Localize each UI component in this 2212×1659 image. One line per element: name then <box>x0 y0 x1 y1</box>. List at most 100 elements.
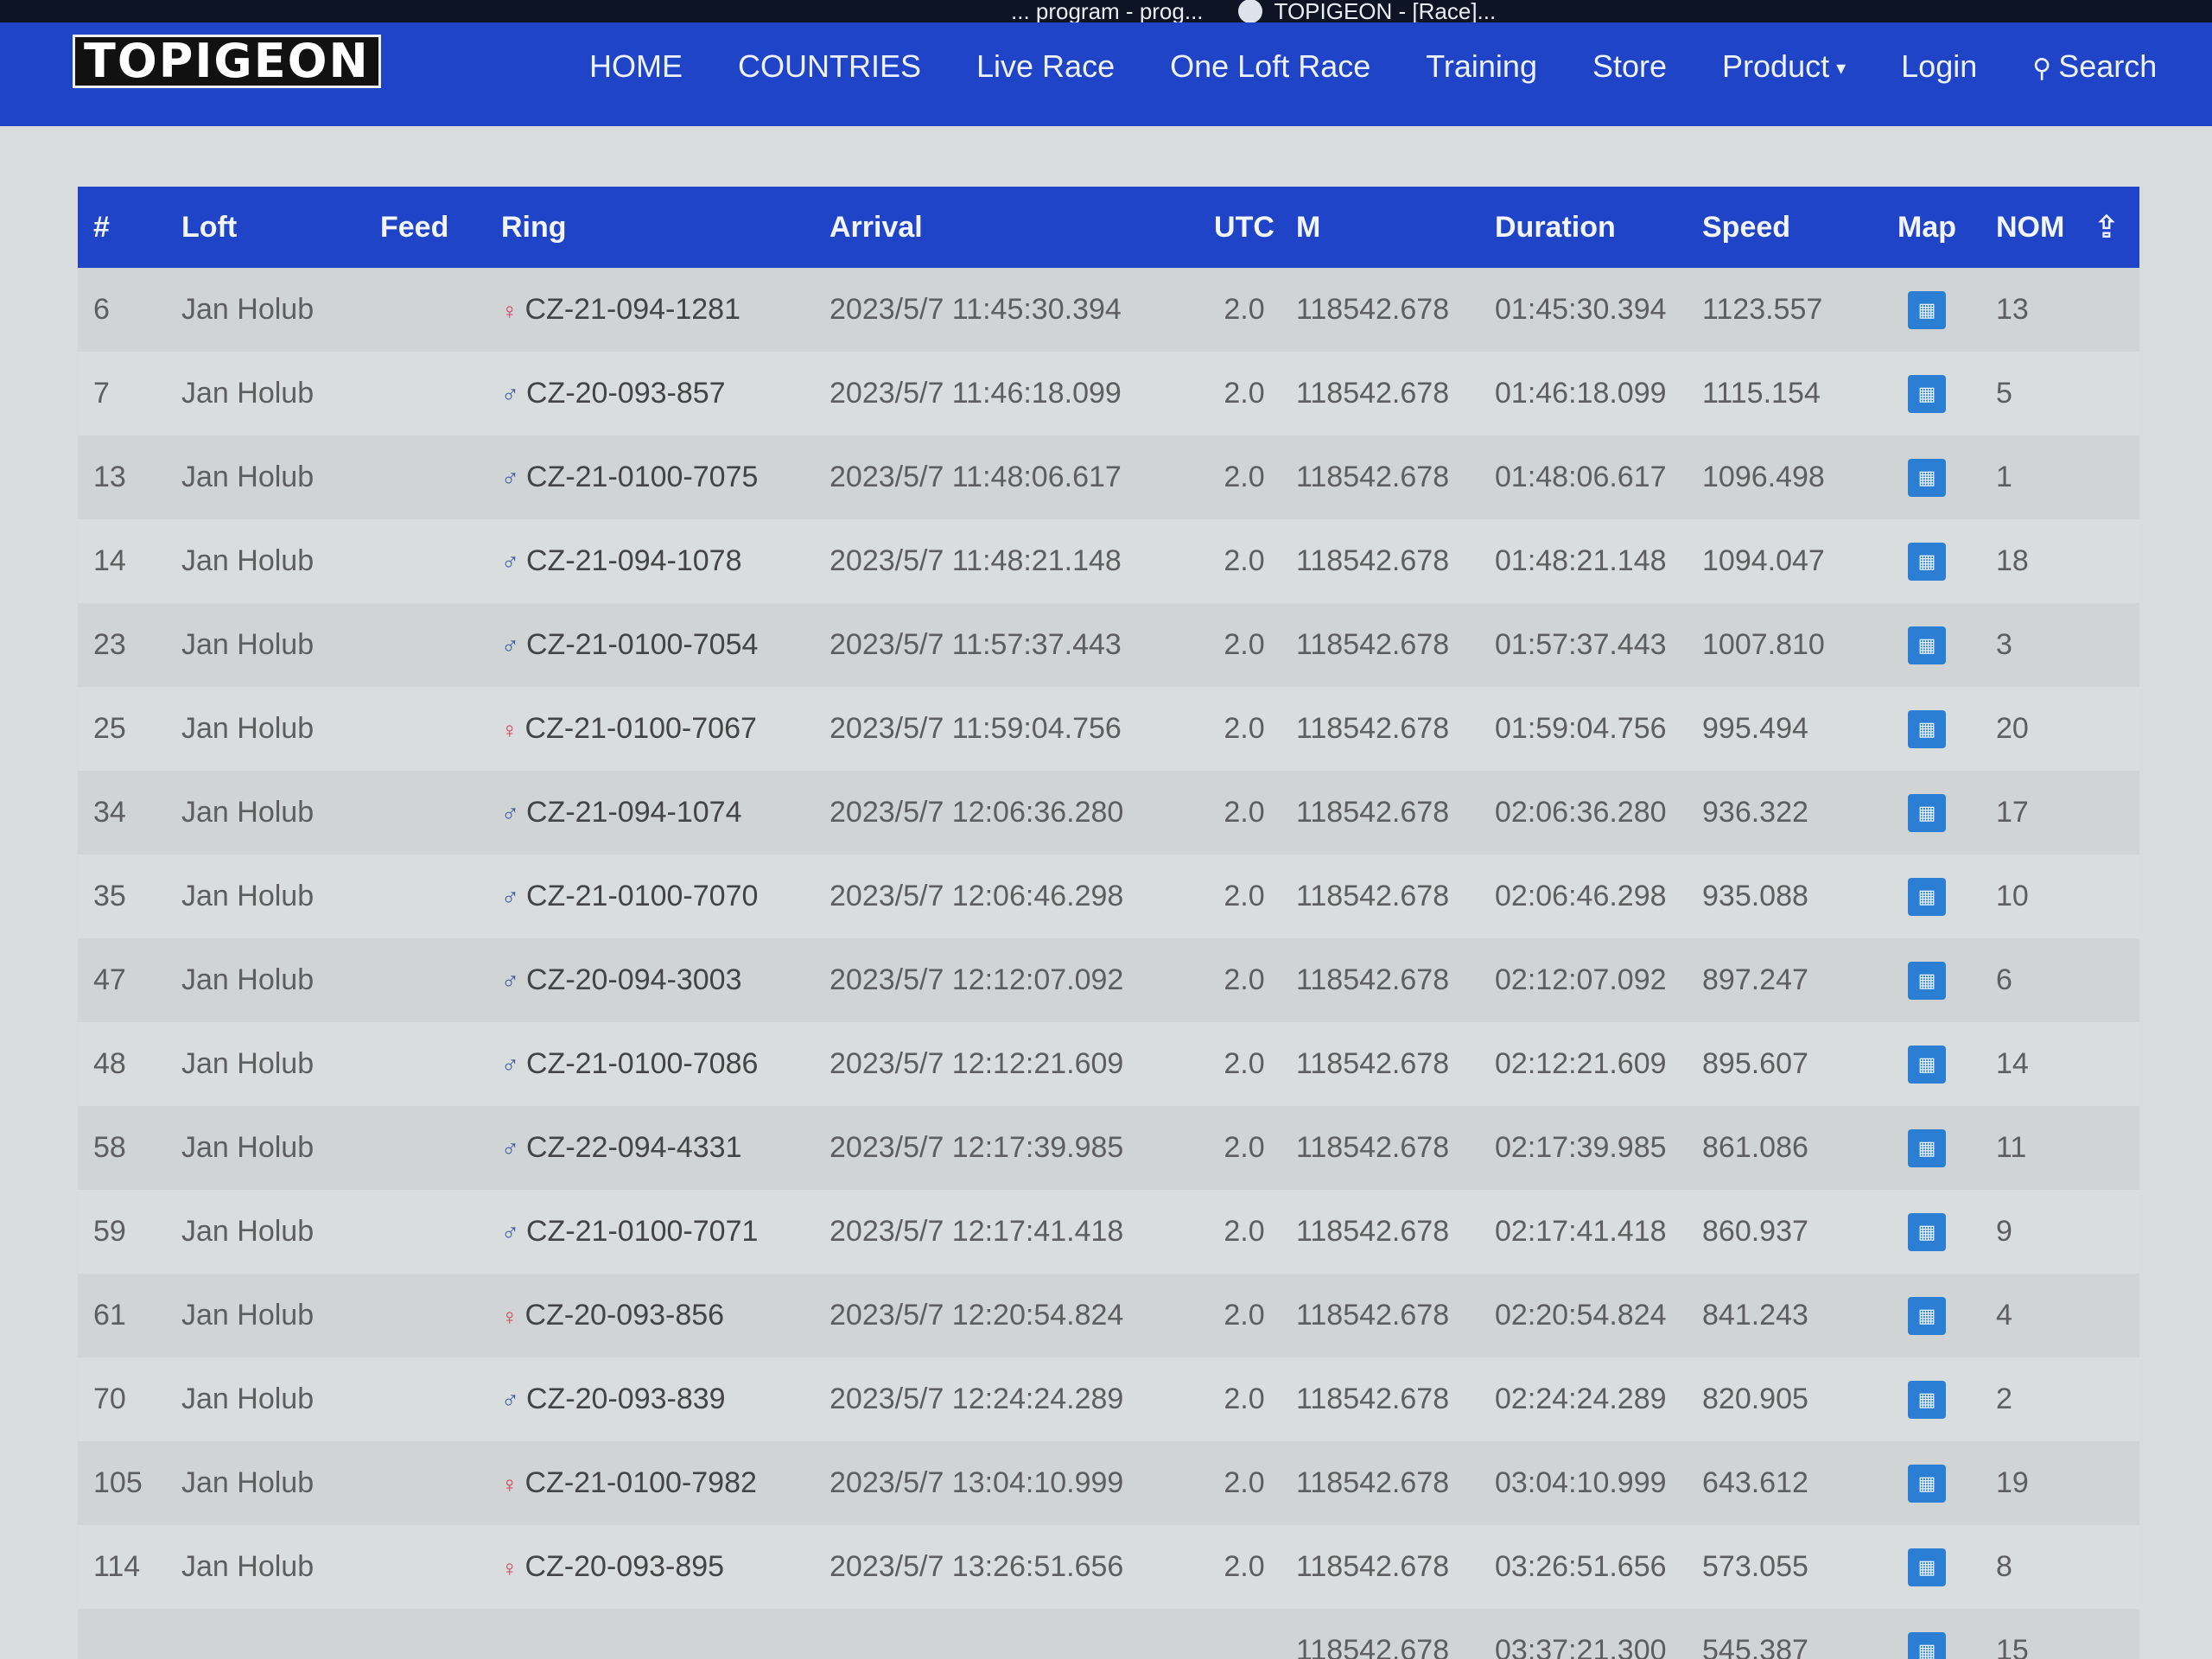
header-arrival[interactable]: Arrival <box>830 211 1192 245</box>
cell-utc: 2.0 <box>1224 293 1265 326</box>
header-duration[interactable]: Duration <box>1495 211 1702 245</box>
ring-number[interactable]: CZ-21-0100-7075 <box>526 461 758 493</box>
map-button[interactable]: ▦ <box>1908 961 1946 1000</box>
header-map[interactable]: Map <box>1875 211 1979 245</box>
cell-loft: Jan Holub <box>181 1299 315 1332</box>
nav-home[interactable]: HOME <box>589 48 683 85</box>
cell-ring: ♂ CZ-21-0100-7070 <box>501 880 830 913</box>
cell-num: 114 <box>93 1550 141 1583</box>
main-navbar: TOPIGEON HOME COUNTRIES Live Race One Lo… <box>0 22 2212 126</box>
map-button[interactable]: ▦ <box>1908 458 1946 497</box>
header-ring[interactable]: Ring <box>501 211 830 245</box>
map-icon: ▦ <box>1917 885 1936 907</box>
cell-num: 23 <box>93 628 126 661</box>
map-button[interactable]: ▦ <box>1908 709 1946 748</box>
table-row: 35 Jan Holub ♂ CZ-21-0100-7070 2023/5/7 12:0… <box>78 855 2139 938</box>
map-button[interactable]: ▦ <box>1908 290 1946 329</box>
cell-nom: 5 <box>1996 377 2012 410</box>
nav-one-loft-race[interactable]: One Loft Race <box>1170 48 1370 85</box>
nav-training[interactable]: Training <box>1426 48 1537 85</box>
cell-ring: ♂ CZ-20-094-3003 <box>501 963 830 997</box>
cell-ring: ♂ CZ-22-094-4331 <box>501 1131 830 1165</box>
header-speed[interactable]: Speed <box>1702 211 1875 245</box>
map-icon: ▦ <box>1917 382 1936 404</box>
ring-number[interactable]: CZ-20-093-895 <box>525 1550 725 1583</box>
header-loft[interactable]: Loft <box>181 211 380 245</box>
female-icon: ♀ <box>501 1555 518 1581</box>
ring-number[interactable]: CZ-21-0100-7067 <box>525 712 757 745</box>
map-button[interactable]: ▦ <box>1908 793 1946 832</box>
cell-m: 118542.678 <box>1296 1047 1450 1080</box>
cell-ring: ♀ CZ-21-094-1281 <box>501 293 830 327</box>
map-button[interactable]: ▦ <box>1908 1464 1946 1503</box>
ring-number[interactable]: CZ-21-0100-7086 <box>526 1047 758 1080</box>
os-tab-topigeon[interactable]: TOPIGEON - [Race]... <box>1237 0 1497 22</box>
nav-countries[interactable]: COUNTRIES <box>738 48 921 85</box>
nav-search-label: Search <box>2058 48 2158 84</box>
ring-number[interactable]: CZ-21-0100-7982 <box>525 1466 757 1499</box>
cell-map: ▦ <box>1875 961 1979 1000</box>
ring-number[interactable]: CZ-21-0100-7054 <box>526 628 758 661</box>
os-tab-program[interactable]: ... program - prog... <box>1011 0 1204 22</box>
cell-utc: 2.0 <box>1224 1131 1265 1164</box>
cell-duration: 02:20:54.824 <box>1495 1299 1667 1332</box>
map-icon: ▦ <box>1917 1471 1936 1494</box>
map-button[interactable]: ▦ <box>1908 374 1946 413</box>
male-icon: ♂ <box>501 1387 519 1414</box>
map-button[interactable]: ▦ <box>1908 877 1946 916</box>
map-button[interactable]: ▦ <box>1908 1128 1946 1167</box>
cell-m: 118542.678 <box>1296 544 1450 577</box>
header-m[interactable]: M <box>1296 211 1495 245</box>
ring-number[interactable]: CZ-20-093-856 <box>525 1299 725 1332</box>
topigeon-logo[interactable]: TOPIGEON <box>73 35 381 88</box>
cell-num: 6 <box>93 293 110 326</box>
map-button[interactable]: ▦ <box>1908 1380 1946 1419</box>
cell-m: 118542.678 <box>1296 1382 1450 1415</box>
ring-number[interactable]: CZ-21-0100-7071 <box>526 1215 758 1248</box>
map-button[interactable]: ▦ <box>1908 1212 1946 1251</box>
os-tab-topigeon-label: TOPIGEON - [Race]... <box>1274 0 1497 22</box>
ring-number[interactable]: CZ-21-094-1074 <box>526 796 741 829</box>
male-icon: ♂ <box>501 632 519 659</box>
cell-speed: 1115.154 <box>1702 377 1821 410</box>
nav-login[interactable]: Login <box>1901 48 1977 85</box>
male-icon: ♂ <box>501 968 519 995</box>
race-results-table: # Loft Feed Ring Arrival UTC M Duration … <box>78 187 2139 1659</box>
ring-number[interactable]: CZ-20-093-857 <box>526 377 726 410</box>
nav-store[interactable]: Store <box>1592 48 1667 85</box>
cell-m: 118542.678 <box>1296 880 1450 912</box>
cell-speed: 897.247 <box>1702 963 1808 996</box>
map-button[interactable]: ▦ <box>1908 1045 1946 1084</box>
nav-product-dropdown[interactable]: Product ▾ <box>1722 48 1846 85</box>
nav-live-race[interactable]: Live Race <box>976 48 1115 85</box>
map-button[interactable]: ▦ <box>1908 1296 1946 1335</box>
ring-number[interactable]: CZ-21-094-1078 <box>526 544 741 577</box>
cell-ring: ♀ CZ-20-093-856 <box>501 1299 830 1332</box>
ring-number[interactable]: CZ-21-094-1281 <box>525 293 741 326</box>
ring-number[interactable]: CZ-20-094-3003 <box>526 963 741 996</box>
cell-arrival: 2023/5/7 12:12:21.609 <box>830 1047 1124 1080</box>
nav-search[interactable]: ⚲ Search <box>2032 48 2157 85</box>
cell-loft: Jan Holub <box>181 1215 315 1248</box>
map-button[interactable]: ▦ <box>1908 1631 1946 1659</box>
cell-duration: 01:57:37.443 <box>1495 628 1667 661</box>
ring-number[interactable]: CZ-21-0100-7070 <box>526 880 758 912</box>
ring-number[interactable]: CZ-20-093-839 <box>526 1382 726 1415</box>
cell-duration: 02:17:39.985 <box>1495 1131 1667 1164</box>
cell-loft: Jan Holub <box>181 963 315 996</box>
table-row: 118542.678 03:37:21.300 545.387 ▦ 15 <box>78 1609 2139 1659</box>
cell-num: 105 <box>93 1466 143 1499</box>
male-icon: ♂ <box>501 800 519 827</box>
map-button[interactable]: ▦ <box>1908 1548 1946 1586</box>
map-button[interactable]: ▦ <box>1908 542 1946 581</box>
share-button[interactable]: ⇪ <box>2074 209 2139 245</box>
cell-map: ▦ <box>1875 374 1979 413</box>
map-button[interactable]: ▦ <box>1908 626 1946 664</box>
ring-number[interactable]: CZ-22-094-4331 <box>526 1131 741 1164</box>
header-utc[interactable]: UTC <box>1192 211 1296 245</box>
cell-arrival: 2023/5/7 13:26:51.656 <box>830 1550 1124 1583</box>
header-nom[interactable]: NOM <box>1979 211 2074 245</box>
header-feed[interactable]: Feed <box>380 211 501 245</box>
header-num[interactable]: # <box>78 211 181 245</box>
cell-num: 7 <box>93 377 110 410</box>
